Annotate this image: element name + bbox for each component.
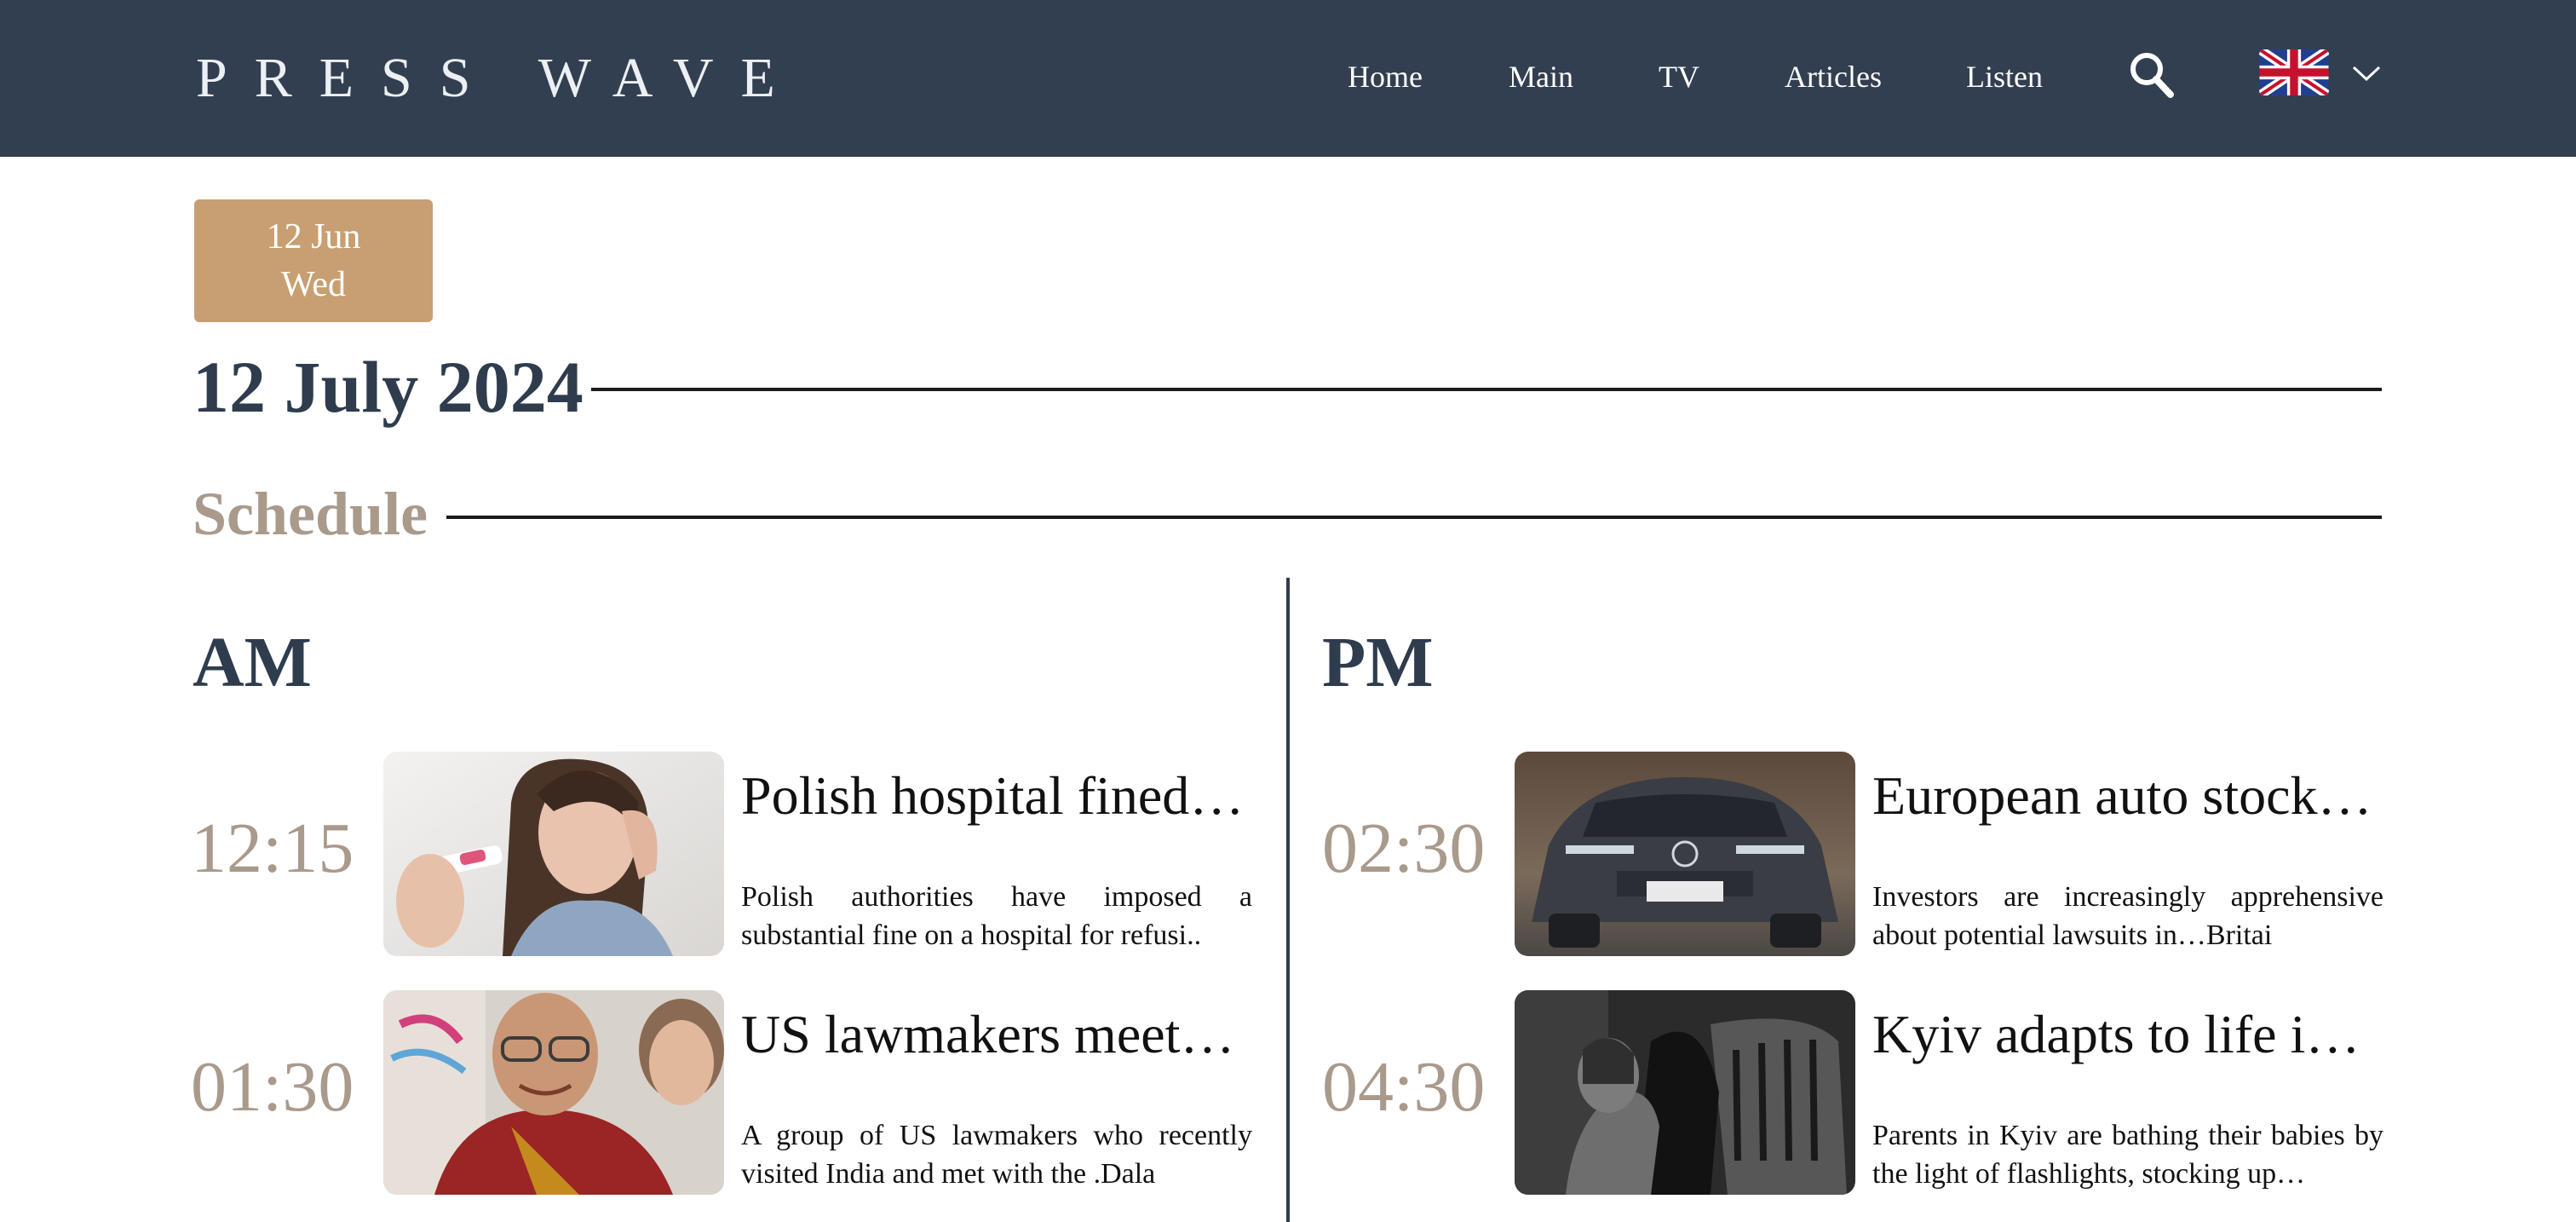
article-summary: Polish authorities have imposed a substa… <box>741 881 1252 951</box>
column-divider <box>1286 578 1290 1222</box>
dark-suv-touareg-photo[interactable] <box>1515 752 1855 956</box>
nav-home-link[interactable]: Home <box>1348 51 1423 102</box>
nav-articles-link[interactable]: Articles <box>1785 51 1882 102</box>
article-time: 02:30 <box>1322 809 1486 888</box>
am-heading: AM <box>193 623 312 702</box>
schedule-article[interactable]: 02:30 European auto stock… Investors are… <box>1322 752 2383 956</box>
title-divider <box>591 388 2382 391</box>
date-badge[interactable]: 12 Jun Wed <box>194 199 433 322</box>
nav-main-link[interactable]: Main <box>1509 51 1573 102</box>
woman-with-pregnancy-test-photo[interactable] <box>383 752 724 956</box>
section-title: Schedule <box>193 480 428 548</box>
top-navigation-bar: PRESS WAVE Home Main TV Articles Listen <box>0 0 2576 157</box>
article-time: 01:30 <box>191 1047 354 1127</box>
article-headline[interactable]: Polish hospital fined… <box>741 762 1252 830</box>
page-title: 12 July 2024 <box>193 346 584 428</box>
schedule-article[interactable]: 04:30 Kyiv adapts to life i… Parents in … <box>1322 990 2383 1195</box>
date-badge-weekday: Wed <box>281 265 346 304</box>
dalai-lama-photo[interactable] <box>383 990 724 1195</box>
chevron-down-icon[interactable] <box>2351 63 2382 84</box>
woman-in-dark-shadow-photo[interactable] <box>1515 990 1855 1195</box>
search-icon[interactable] <box>2128 49 2176 101</box>
article-summary: A group of US lawmakers who recently vis… <box>741 1120 1252 1190</box>
article-summary: Parents in Kyiv are bathing their babies… <box>1872 1120 2383 1190</box>
site-logo[interactable]: PRESS WAVE <box>196 48 802 109</box>
date-badge-day: 12 Jun <box>266 217 361 257</box>
article-time: 12:15 <box>191 809 354 888</box>
article-time: 04:30 <box>1322 1047 1486 1127</box>
article-headline[interactable]: US lawmakers meet… <box>741 1000 1252 1069</box>
uk-flag-icon[interactable] <box>2259 49 2329 95</box>
nav-tv-link[interactable]: TV <box>1659 51 1699 102</box>
schedule-article[interactable]: 01:30 US lawmakers meet… A group of US l… <box>191 990 1252 1195</box>
article-headline[interactable]: European auto stock… <box>1872 762 2383 830</box>
article-summary: Investors are increasingly apprehensive … <box>1872 881 2383 951</box>
nav-listen-link[interactable]: Listen <box>1966 51 2043 102</box>
section-divider <box>446 516 2382 519</box>
schedule-article[interactable]: 12:15 Polish hospital fined… Polish auth… <box>191 752 1252 956</box>
article-headline[interactable]: Kyiv adapts to life i… <box>1872 1000 2383 1069</box>
pm-heading: PM <box>1322 623 1434 702</box>
